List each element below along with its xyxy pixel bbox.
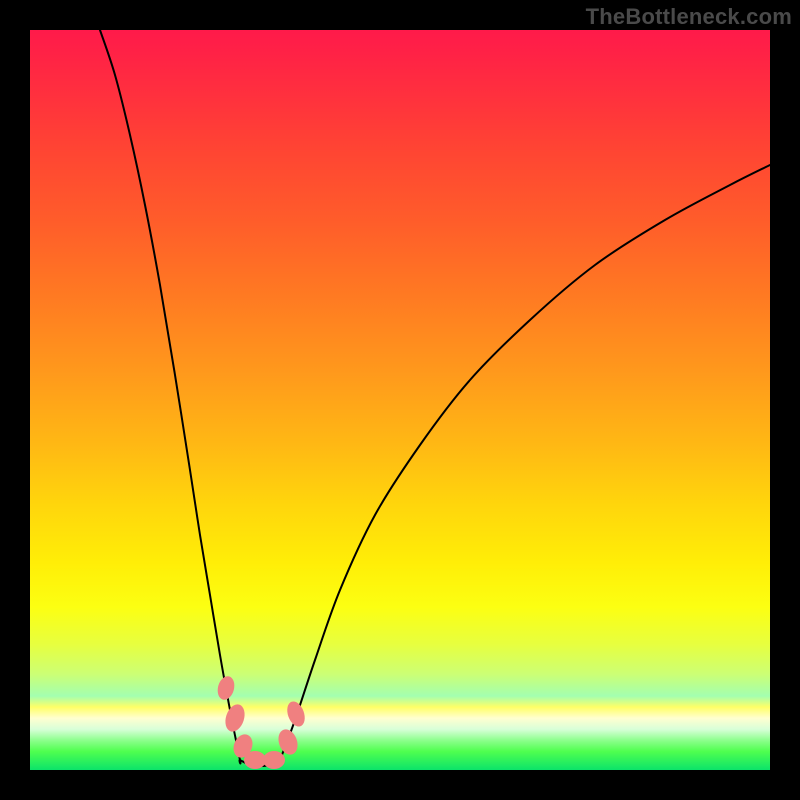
pink-blob-7 bbox=[284, 699, 308, 729]
chart-container: TheBottleneck.com bbox=[0, 0, 800, 800]
pink-blob-2 bbox=[222, 702, 248, 734]
curve-line bbox=[100, 30, 770, 766]
chart-svg bbox=[30, 30, 770, 770]
pink-blob-1 bbox=[215, 674, 237, 701]
pink-blob-4 bbox=[244, 751, 266, 769]
pink-blob-5 bbox=[263, 751, 285, 769]
marker-group bbox=[215, 674, 308, 769]
watermark-text: TheBottleneck.com bbox=[586, 4, 792, 30]
plot-area bbox=[30, 30, 770, 770]
